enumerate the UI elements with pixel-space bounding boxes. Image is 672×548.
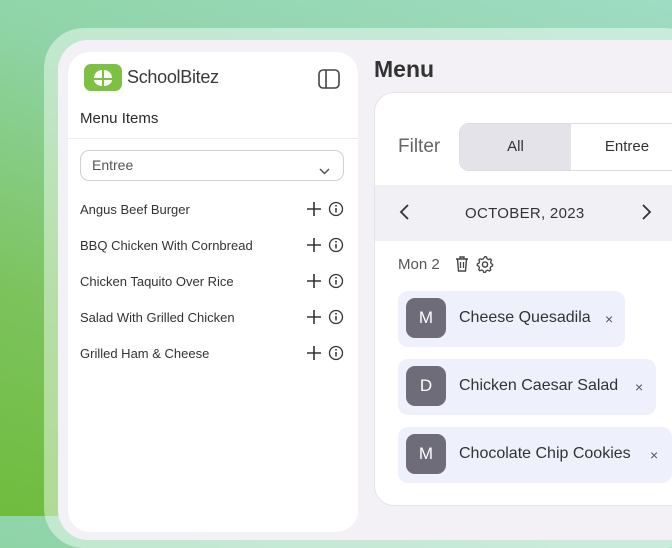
menu-entry-name: Chocolate Chip Cookies	[459, 445, 631, 462]
menu-entry-chip[interactable]: M Cheese Quesadila ×	[398, 291, 625, 347]
app-name: SchoolBitez	[127, 67, 219, 87]
plus-icon[interactable]	[306, 273, 322, 294]
menu-entry-chip[interactable]: D Chicken Caesar Salad ×	[398, 359, 656, 415]
info-icon[interactable]	[328, 345, 344, 366]
day-header: Mon 2	[398, 255, 494, 273]
list-item: Salad With Grilled Chicken	[80, 306, 346, 342]
list-item: Angus Beef Burger	[80, 198, 346, 234]
menu-item-label: Chicken Taquito Over Rice	[80, 274, 234, 289]
filter-option-entree[interactable]: Entree	[572, 124, 672, 170]
menu-item-label: Salad With Grilled Chicken	[80, 310, 235, 325]
menu-item-label: BBQ Chicken With Cornbread	[80, 238, 253, 253]
menu-entry-name: Chicken Caesar Salad	[459, 377, 619, 394]
plus-icon[interactable]	[306, 345, 322, 366]
sidebar-title: Menu Items	[80, 110, 159, 127]
chevron-down-icon	[318, 159, 331, 188]
day-label: Mon 2	[398, 255, 440, 273]
menu-entry-name: Cheese Quesadila	[459, 309, 591, 326]
filter-segmented-control: All Entree	[459, 123, 672, 171]
category-select[interactable]: Entree	[80, 150, 344, 181]
info-icon[interactable]	[328, 201, 344, 222]
avatar: M	[406, 298, 446, 338]
sidebar: SchoolBitez Menu Items Entree Angus Beef…	[68, 52, 358, 532]
close-icon[interactable]: ×	[605, 311, 613, 327]
sidebar-toggle-icon[interactable]	[318, 69, 340, 94]
menu-item-label: Grilled Ham & Cheese	[80, 346, 210, 361]
list-item: BBQ Chicken With Cornbread	[80, 234, 346, 270]
chevron-right-icon[interactable]	[639, 203, 653, 226]
list-item: Grilled Ham & Cheese	[80, 342, 346, 378]
plus-icon[interactable]	[306, 237, 322, 258]
info-icon[interactable]	[328, 237, 344, 258]
page-title: Menu	[374, 56, 435, 82]
divider	[68, 138, 358, 139]
category-select-value: Entree	[92, 157, 134, 173]
filter-option-all[interactable]: All	[460, 124, 571, 170]
avatar: M	[406, 434, 446, 474]
menu-item-label: Angus Beef Burger	[80, 202, 190, 217]
close-icon[interactable]: ×	[650, 447, 658, 463]
menu-entry-chip[interactable]: M Chocolate Chip Cookies ×	[398, 427, 672, 483]
filter-label: Filter	[398, 136, 441, 157]
month-navigator: OCTOBER, 2023	[375, 185, 672, 241]
logo: SchoolBitez	[84, 64, 219, 91]
chevron-left-icon[interactable]	[398, 203, 412, 226]
trash-icon[interactable]	[454, 255, 470, 273]
avatar: D	[406, 366, 446, 406]
gear-icon[interactable]	[476, 255, 494, 273]
logo-mark-icon	[84, 64, 122, 91]
close-icon[interactable]: ×	[635, 379, 643, 395]
month-label: OCTOBER, 2023	[465, 205, 585, 222]
menu-items-list: Angus Beef Burger BBQ Chicken With Cornb…	[80, 198, 346, 378]
plus-icon[interactable]	[306, 309, 322, 330]
plus-icon[interactable]	[306, 201, 322, 222]
info-icon[interactable]	[328, 309, 344, 330]
menu-card: Filter All Entree OCTOBER, 2023 Mon 2 M …	[374, 92, 672, 506]
list-item: Chicken Taquito Over Rice	[80, 270, 346, 306]
info-icon[interactable]	[328, 273, 344, 294]
